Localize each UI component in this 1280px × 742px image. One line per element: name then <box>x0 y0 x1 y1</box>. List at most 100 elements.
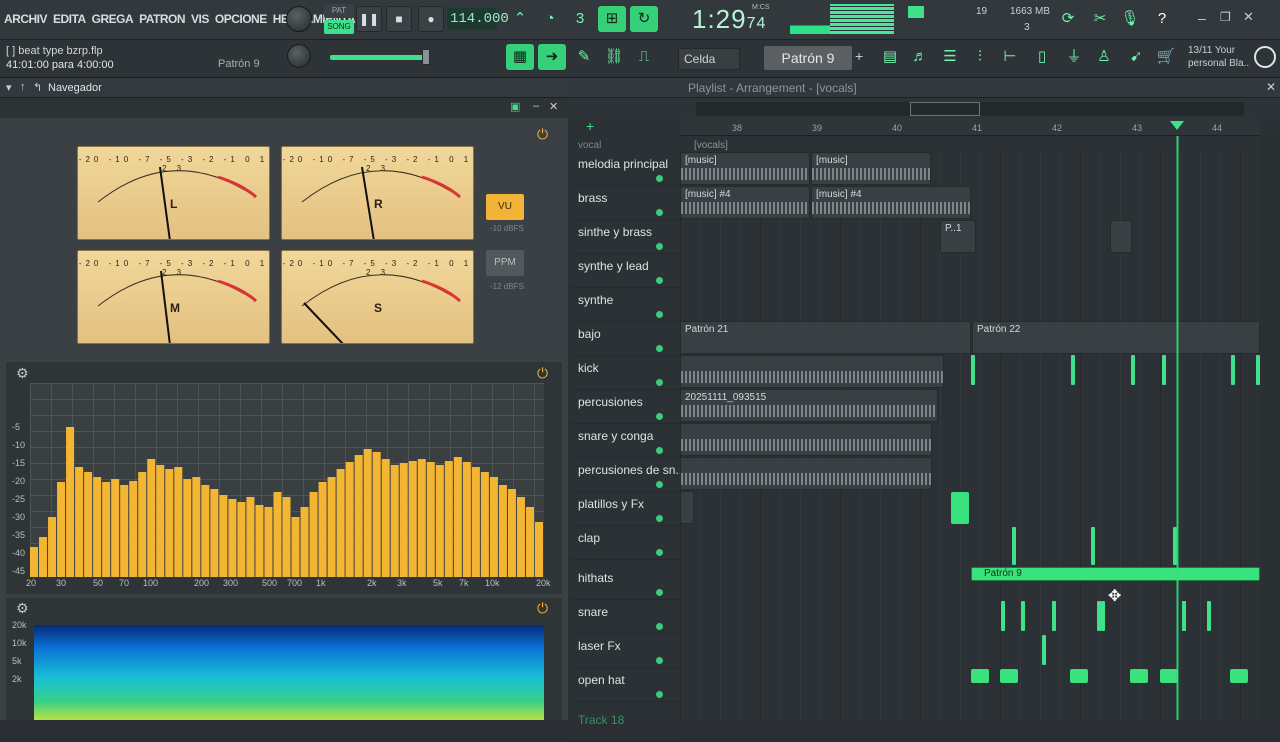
track-mute-led[interactable] <box>656 589 663 596</box>
pattern-note[interactable] <box>1101 601 1105 631</box>
spectrum-power-icon[interactable]: ⏻ <box>537 365 548 382</box>
pattern-note[interactable] <box>1207 601 1211 631</box>
loop-record-icon[interactable]: ↻ <box>630 6 658 32</box>
shop-icon[interactable]: 🛒 <box>1152 44 1180 70</box>
pattern-note[interactable] <box>1001 601 1005 631</box>
pattern-note[interactable] <box>1021 601 1025 631</box>
cut-tool-icon[interactable]: ✂ <box>1086 6 1114 32</box>
spectrogram-power-icon[interactable]: ⏻ <box>537 600 548 617</box>
pattern-note[interactable] <box>1256 355 1260 385</box>
track-mute-led[interactable] <box>656 413 663 420</box>
clip-p1-b[interactable] <box>1110 220 1132 253</box>
vertical-scrollbar[interactable] <box>1262 136 1280 720</box>
track-header[interactable]: open hat <box>572 668 680 702</box>
track-header[interactable]: bajo <box>572 322 680 356</box>
open-hat-clip[interactable] <box>1070 669 1088 683</box>
pattern-note[interactable] <box>1091 527 1095 565</box>
track-mute-led[interactable] <box>656 379 663 386</box>
snap-select[interactable]: Celda <box>678 48 740 70</box>
overview-window[interactable] <box>910 102 980 116</box>
tempo-tapper-icon[interactable]: ♙ <box>1090 44 1118 70</box>
minimize-window-icon[interactable]: – <box>1198 10 1206 26</box>
maximize-window-icon[interactable]: ❐ <box>1220 10 1231 24</box>
clip-p1[interactable]: P..1 <box>940 220 976 253</box>
news-panel[interactable]: 13/11 Your personal Bla.. <box>1188 44 1249 70</box>
song-label[interactable]: SONG <box>324 20 354 34</box>
ppm-mode-button[interactable]: PPM <box>486 250 524 276</box>
track-header[interactable]: snare y conga <box>572 424 680 458</box>
track-mute-led[interactable] <box>656 691 663 698</box>
pause-button[interactable]: ❚❚ <box>356 6 382 32</box>
clip-percusiones-sn[interactable] <box>680 457 932 490</box>
browser-tree-icon[interactable]: ⊢ <box>996 44 1024 70</box>
help-icon[interactable]: ? <box>1148 6 1176 32</box>
mixer-icon[interactable]: ⫶ <box>966 44 994 70</box>
add-pattern-button[interactable]: + <box>855 48 863 64</box>
menu-vista[interactable]: VIS <box>191 12 209 26</box>
track-mute-led[interactable] <box>656 209 663 216</box>
tempo-display[interactable]: 114.000 <box>447 8 509 30</box>
track-mute-led[interactable] <box>656 447 663 454</box>
pattern-note[interactable] <box>1182 601 1186 631</box>
track-header[interactable]: clap <box>572 526 680 560</box>
pattern-note[interactable] <box>1071 355 1075 385</box>
plugin-icon[interactable]: ⏚ <box>1060 44 1088 70</box>
spectrum-settings-gear-icon[interactable]: ⚙ <box>16 365 29 382</box>
master-volume-knob[interactable] <box>286 6 312 32</box>
pat-song-toggle[interactable]: PAT SONG <box>324 4 354 34</box>
track-header[interactable]: synthe <box>572 288 680 322</box>
track-mute-led[interactable] <box>656 243 663 250</box>
track-header[interactable]: laser Fx <box>572 634 680 668</box>
collapse-arrow-icon[interactable]: ▾ <box>6 81 12 94</box>
master-pitch-knob[interactable] <box>287 44 311 68</box>
track-mute-led[interactable] <box>656 657 663 664</box>
step-edit-icon[interactable]: ⊞ <box>598 6 626 32</box>
track-header[interactable]: synthe y lead <box>572 254 680 288</box>
clip-patron-21[interactable]: Patrón 21 <box>680 321 971 354</box>
track-header[interactable]: sinthe y brass <box>572 220 680 254</box>
clip-music-2[interactable]: [music] <box>811 152 931 185</box>
slider-thumb[interactable] <box>422 49 430 65</box>
track-mute-led[interactable] <box>656 175 663 182</box>
track-mute-led[interactable] <box>656 311 663 318</box>
pattern-note[interactable] <box>1052 601 1056 631</box>
file-icon[interactable]: ▯ <box>1028 44 1056 70</box>
plugin-close-icon[interactable]: ✕ <box>549 100 558 113</box>
add-track-icon[interactable]: + <box>586 118 594 134</box>
close-window-icon[interactable]: ✕ <box>1243 9 1254 25</box>
spectrogram-settings-gear-icon[interactable]: ⚙ <box>16 600 29 617</box>
track-mute-led[interactable] <box>656 345 663 352</box>
track-header[interactable]: kick <box>572 356 680 390</box>
track-header[interactable]: snare <box>572 600 680 634</box>
record-button[interactable]: ● <box>418 6 444 32</box>
piano-keyboard-icon[interactable]: ▦ <box>506 44 534 70</box>
clip-platillos[interactable] <box>680 491 694 524</box>
menu-patron[interactable]: PATRON <box>139 12 185 26</box>
menu-archivo[interactable]: ARCHIV <box>4 12 48 26</box>
pattern-note[interactable] <box>1162 355 1166 385</box>
clip-snare-conga[interactable] <box>680 423 932 456</box>
open-hat-clip[interactable] <box>971 669 989 683</box>
playlist-icon[interactable]: ▤ <box>876 44 904 70</box>
playhead[interactable] <box>1176 136 1179 720</box>
arrow-right-icon[interactable]: ➜ <box>538 44 566 70</box>
clip-music4-2[interactable]: [music] #4 <box>811 186 971 219</box>
metronome-icon[interactable]: ⌃ <box>506 6 534 32</box>
playhead-marker-icon[interactable] <box>1170 121 1184 130</box>
open-hat-clip[interactable] <box>1130 669 1148 683</box>
up-arrow-icon[interactable]: ↑ <box>20 81 26 93</box>
track-header[interactable]: brass <box>572 186 680 220</box>
track-header[interactable]: percusiones <box>572 390 680 424</box>
countdown-icon[interactable]: 3 <box>566 6 594 32</box>
clip-patron-22[interactable]: Patrón 22 <box>972 321 1260 354</box>
brush-icon[interactable]: ✎ <box>570 44 598 70</box>
wait-record-icon[interactable]: ◔ <box>536 6 564 32</box>
clip-music4-1[interactable]: [music] #4 <box>680 186 810 219</box>
track-header[interactable]: percusiones de sn.. <box>572 458 682 492</box>
pattern-selector[interactable]: Patrón 9 <box>764 46 852 70</box>
track-mute-led[interactable] <box>656 623 663 630</box>
undo-icon[interactable]: ⟳ <box>1054 6 1082 32</box>
microphone-icon[interactable]: 🎙 <box>1116 6 1144 32</box>
track-mute-led[interactable] <box>656 549 663 556</box>
fl-logo-icon[interactable] <box>1254 46 1276 68</box>
